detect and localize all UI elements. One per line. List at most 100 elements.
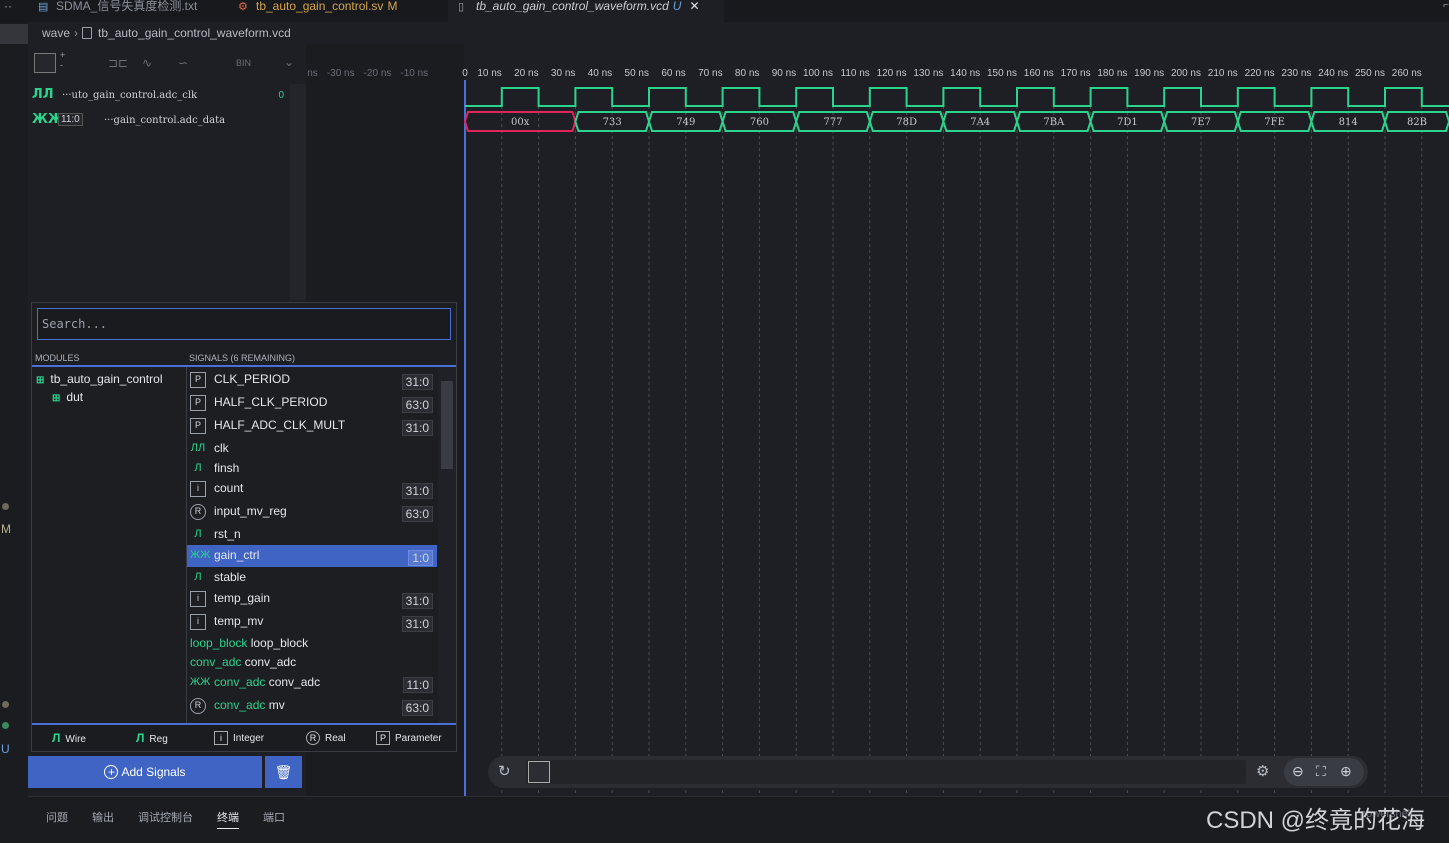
time-label: 200 ns [1171,68,1201,79]
scroll-thumb[interactable] [441,381,453,469]
parameter-icon: P [190,418,206,434]
signal-item-rst-n[interactable]: Лrst_n [187,524,437,546]
zoom-controls: ⊖ ⛶ ⊕ [1284,758,1364,786]
names-scrollbar[interactable] [290,84,306,300]
bit-width-badge: 31:0 [401,593,433,609]
time-label: 230 ns [1281,68,1311,79]
signal-label: conv_adc mv [214,698,285,712]
file-icon [82,27,93,39]
search-input[interactable]: Search... [37,308,451,340]
waveform-canvas[interactable]: -40 ns -30 ns -20 ns -10 ns 0 10 ns 20 ns 30 ns… [306,44,1449,796]
time-label: -10 ns [400,68,428,79]
module-tb[interactable]: ⊞ tb_auto_gain_control [36,372,162,386]
waveform-viewer[interactable]: -40 ns -30 ns -20 ns -10 ns 0 10 ns 20 ns 30 ns… [306,44,1449,796]
radix-select[interactable]: BIN [236,58,251,68]
time-label: 150 ns [987,68,1017,79]
zoom-out-icon[interactable]: ⊖ [1292,763,1304,780]
adc-data-value: 78D [896,117,917,128]
signal-item-stable[interactable]: Лstable [187,567,437,589]
signal-row-adc-clk[interactable]: ЛЛ ···uto_gain_control.adc_clk 0 [28,85,290,107]
breadcrumb-file[interactable]: tb_auto_gain_control_waveform.vcd [98,26,291,40]
bus-icon[interactable]: ⊐⊏ [108,56,128,70]
signal-item-conv-adc[interactable]: conv_adc conv_adc [187,652,437,674]
real-icon: R [190,698,206,714]
signal-item-temp-gain[interactable]: i temp_gain 31:0 [187,588,437,610]
tab-sdma[interactable]: ▤ SDMA_信号失真度检测.txt [38,0,234,22]
add-signals-button[interactable]: + Add Signals [28,756,262,788]
type-legend: Л Wire Л Reg i Integer R Real P Parameter [32,723,456,751]
integer-icon: i [190,614,206,630]
activity-bar: M U [0,22,28,843]
adc-data-value: 00x [511,117,530,128]
fit-icon[interactable]: ⛶ [1316,763,1326,780]
module-dut[interactable]: ⊞ dut [52,390,83,404]
wave-toolbar: + - ⊐⊏ ∿ ∽ BIN ⌄ [28,44,306,84]
tab-sv[interactable]: ⚙ tb_auto_gain_control.sv M [238,0,442,22]
analog-wave-icon[interactable]: ∽ [178,56,188,70]
refresh-icon[interactable]: ↻ [498,762,511,780]
chevron-down-icon[interactable]: ⌄ [284,55,294,69]
time-label: 120 ns [877,68,907,79]
time-label: 70 ns [698,68,722,79]
signal-item-count[interactable]: i count 31:0 [187,478,437,500]
legend-integer: i Integer [214,731,264,745]
legend-label: Wire [65,734,86,745]
header-divider [32,365,456,367]
zoom-in-icon[interactable]: ⊕ [1340,763,1352,780]
tab-vcd[interactable]: ▯ tb_auto_gain_control_waveform.vcd U ✕ [448,0,724,22]
time-label: 10 ns [477,68,501,79]
signal-item-finsh[interactable]: Лfinsh [187,458,437,480]
signal-row-adc-data[interactable]: ЖЖ 11:0 ···gain_control.adc_data [28,110,290,132]
color-swatch-button[interactable] [34,53,56,73]
clock-icon: ЛЛ [190,442,206,454]
time-label: 90 ns [772,68,796,79]
signal-item-input-mv-reg[interactable]: Rinput_mv_reg 63:0 [187,501,437,523]
signal-label: input_mv_reg [214,504,287,518]
signal-item-clk-period[interactable]: P CLK_PERIOD 31:0 [187,369,437,391]
module-icon: ⊞ [36,375,45,386]
signal-item-mv[interactable]: Rconv_adc mv 63:0 [187,695,437,717]
time-label: 110 ns [841,68,870,79]
delete-button[interactable]: 🗑 [265,756,302,788]
signal-item-conv-adc[interactable]: ЖЖ conv_adc conv_adc 11:0 [187,672,437,694]
split-editor-icon[interactable]: ⌐ [1443,0,1449,11]
adc-data-value: 7A4 [970,117,990,128]
activity-label-m: M [1,522,11,536]
signals-header: SIGNALS (6 REMAINING) [189,353,296,363]
checkbox[interactable] [528,761,550,783]
tab-ports[interactable]: 端口 [263,809,285,825]
more-icon[interactable]: ·· [4,0,12,22]
legend-label: Real [325,733,346,744]
breadcrumb-root[interactable]: wave [42,26,70,40]
adc-data-value: 7BA [1043,117,1065,128]
bit-width-badge: 63:0 [401,700,433,716]
gear-icon[interactable]: ⚙ [1256,762,1269,780]
tab-debug-console[interactable]: 调试控制台 [138,809,193,825]
parameter-icon: P [190,372,206,388]
signal-item-half-adc-clk-mult[interactable]: P HALF_ADC_CLK_MULT 31:0 [187,415,437,437]
close-icon[interactable]: ✕ [689,0,699,13]
signal-item-temp-mv[interactable]: i temp_mv 31:0 [187,611,437,633]
signal-item-half-clk-period[interactable]: P HALF_CLK_PERIOD 63:0 [187,392,437,414]
tab-terminal[interactable]: 终端 [217,809,239,829]
step-wave-icon[interactable]: ∿ [142,56,152,70]
verilog-file-icon: ⚙ [238,1,248,13]
picker-scrollbar[interactable] [438,367,456,723]
time-label: 0 [462,68,468,79]
plus-icon[interactable]: + [60,50,65,60]
bit-width-badge: 31:0 [401,616,433,632]
adc-clk-trace [465,87,1449,107]
module-label: tb_auto_gain_control [50,372,163,386]
activity-label-u: U [1,742,10,756]
signal-label: conv_adc conv_adc [214,675,321,689]
time-label: -40 ns [306,68,318,79]
tab-problems[interactable]: 问题 [46,809,68,825]
minus-icon[interactable]: - [60,60,63,70]
expression-input[interactable] [526,760,1246,784]
signal-item-gain-ctrl[interactable]: ЖЖ gain_ctrl 1:0 [187,545,437,567]
signal-item-clk[interactable]: ЛЛ clk [187,438,437,460]
time-label: 250 ns [1355,68,1385,79]
legend-parameter: P Parameter [376,731,442,745]
integer-icon: i [190,481,206,497]
tab-output[interactable]: 输出 [92,809,114,825]
